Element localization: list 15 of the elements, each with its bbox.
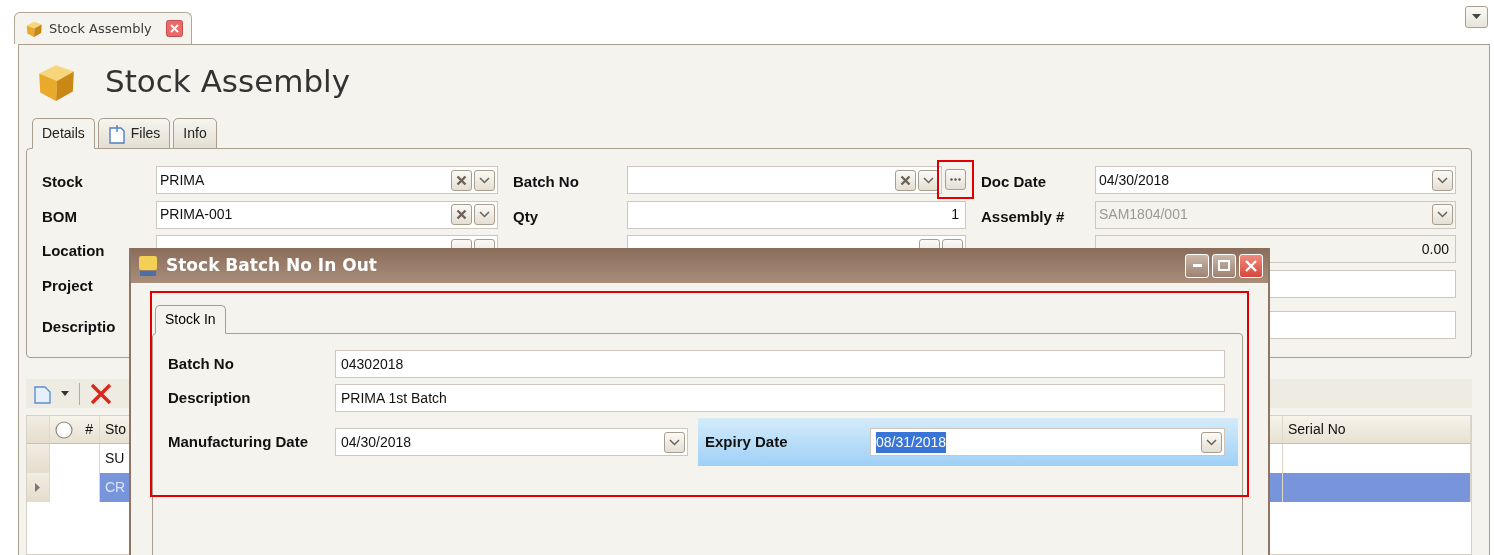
dialog-title: Stock Batch No In Out (166, 253, 377, 277)
field-label: Expiry Date (705, 431, 789, 452)
field-label: Manufacturing Date (168, 431, 309, 452)
page-title: Stock Assembly (105, 62, 351, 102)
field-label: Location (42, 241, 106, 261)
field-label: Project (42, 275, 94, 296)
field-label: Stock (42, 172, 84, 192)
field-label: Descriptio (42, 317, 117, 337)
field-label: Batch No (513, 172, 580, 192)
field-label: Batch No (168, 353, 235, 374)
field-label: BOM (42, 206, 78, 227)
field-label: Description (168, 387, 252, 408)
field-label: Qty (513, 206, 539, 227)
field-label: Assembly # (981, 206, 1066, 227)
field-label: Doc Date (981, 172, 1048, 192)
